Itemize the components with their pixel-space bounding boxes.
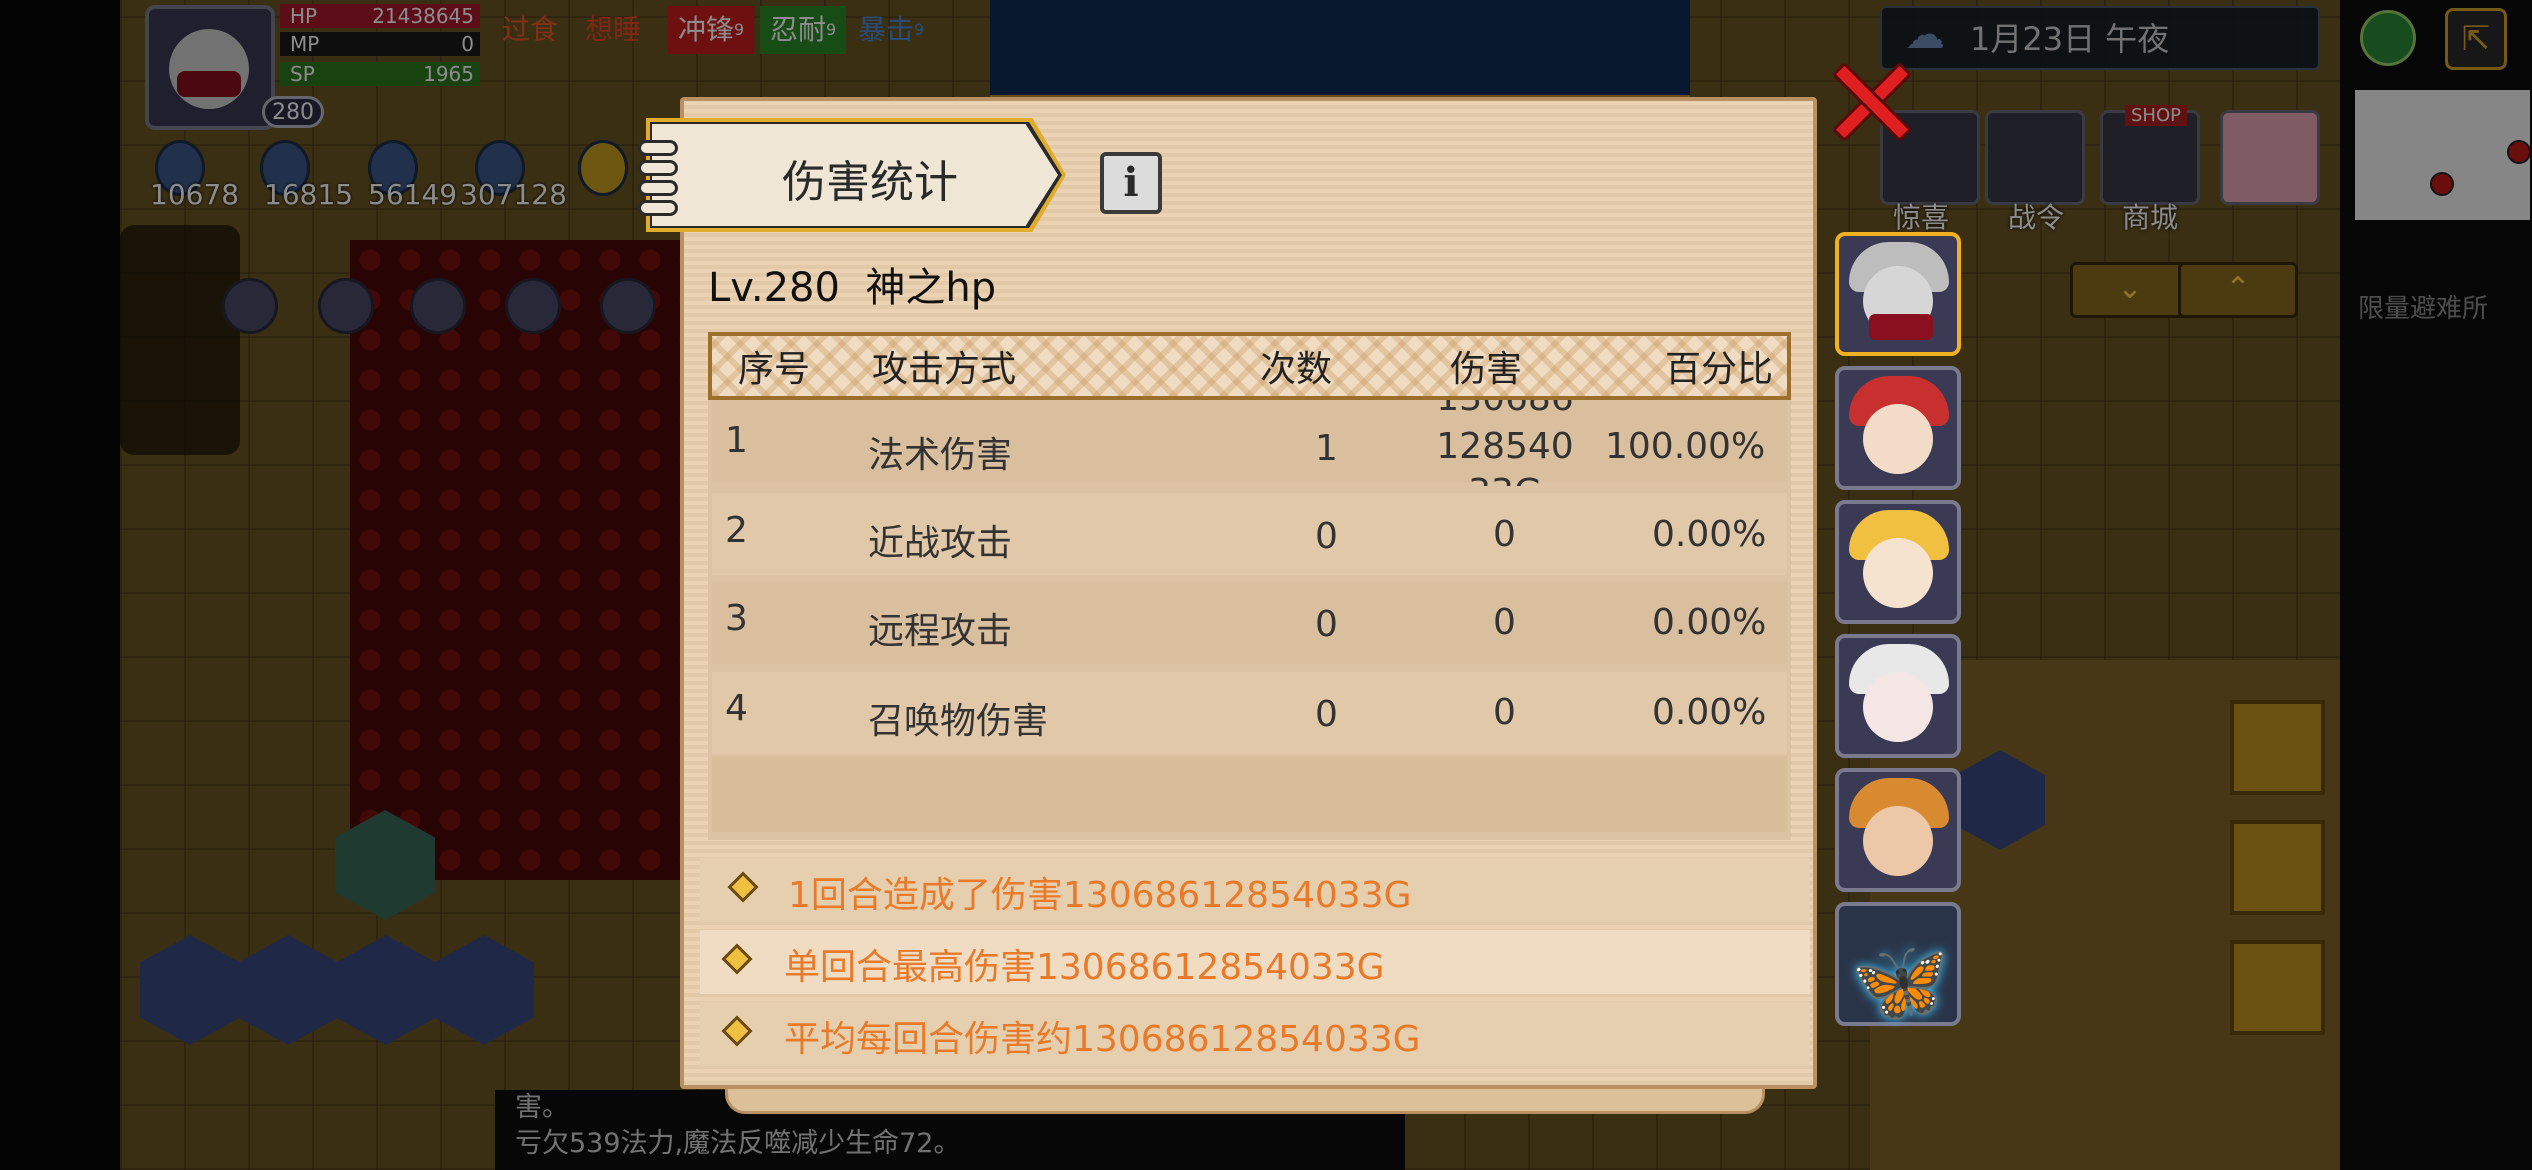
col-header-count: 次数: [1260, 349, 1333, 390]
row-damage: 128540: [1436, 426, 1574, 467]
character-slot-4[interactable]: [1835, 634, 1961, 758]
summary-line: 1回合造成了伤害13068612854033G: [700, 858, 1810, 922]
row-percent: 100.00%: [1605, 426, 1766, 467]
character-face: [1863, 672, 1933, 742]
summary-line: 平均每回合伤害约13068612854033G: [700, 1002, 1810, 1066]
row-damage: 0: [1493, 692, 1516, 733]
row-percent: 0.00%: [1652, 514, 1767, 555]
summary-text: 1回合造成了伤害13068612854033G: [788, 875, 1412, 916]
col-header-percent: 百分比: [1665, 349, 1774, 390]
row-count: 0: [1315, 516, 1338, 557]
character-level-name: Lv.280 神之hp: [708, 265, 997, 311]
close-button[interactable]: [1830, 60, 1913, 143]
dialog-title: 伤害统计: [782, 157, 958, 208]
diamond-bullet-icon: [721, 1015, 753, 1047]
table-header: [708, 332, 1791, 400]
col-header-index: 序号: [738, 349, 811, 390]
summary-line: 单回合最高伤害13068612854033G: [700, 930, 1810, 994]
diamond-bullet-icon: [727, 871, 759, 903]
row-count: 0: [1315, 604, 1338, 645]
character-face: [1863, 806, 1933, 876]
character-slot-2[interactable]: [1835, 366, 1961, 490]
row-index: 3: [725, 598, 748, 639]
character-face: [1863, 538, 1933, 608]
character-face: [1863, 404, 1933, 474]
row-count: 0: [1315, 694, 1338, 735]
row-percent: 0.00%: [1652, 692, 1767, 733]
row-count: 1: [1315, 428, 1338, 469]
info-button[interactable]: i: [1100, 152, 1162, 214]
binder-ring: [638, 180, 678, 196]
row-method: 远程攻击: [868, 611, 1013, 652]
row-index: 2: [725, 510, 748, 551]
row-percent: 0.00%: [1652, 602, 1767, 643]
row-method: 近战攻击: [868, 523, 1013, 564]
diamond-bullet-icon: [721, 943, 753, 975]
butterfly-icon: 🦋: [1850, 935, 1950, 1028]
row-damage-scroll: 130686 128540 33G: [1400, 400, 1610, 486]
row-method: 法术伤害: [868, 435, 1013, 476]
row-damage: 0: [1493, 514, 1516, 555]
row-method: 召唤物伤害: [868, 701, 1049, 742]
summary-text: 单回合最高伤害13068612854033G: [784, 947, 1385, 988]
row-index: 1: [725, 420, 748, 461]
character-slot-1[interactable]: [1835, 232, 1961, 356]
binder-ring: [638, 140, 678, 156]
row-damage: 0: [1493, 602, 1516, 643]
summary-text: 平均每回合伤害约13068612854033G: [784, 1019, 1421, 1060]
col-header-damage: 伤害: [1450, 349, 1523, 390]
character-slot-3[interactable]: [1835, 500, 1961, 624]
character-mask: [1869, 314, 1933, 340]
binder-ring: [638, 160, 678, 176]
row-damage-prev: 130686: [1400, 400, 1610, 419]
row-index: 4: [725, 688, 748, 729]
character-slot-5[interactable]: [1835, 768, 1961, 892]
row-damage-next: 33G: [1400, 472, 1610, 486]
col-header-method: 攻击方式: [872, 349, 1017, 390]
table-row-bg: [712, 756, 1787, 832]
binder-ring: [638, 200, 678, 216]
